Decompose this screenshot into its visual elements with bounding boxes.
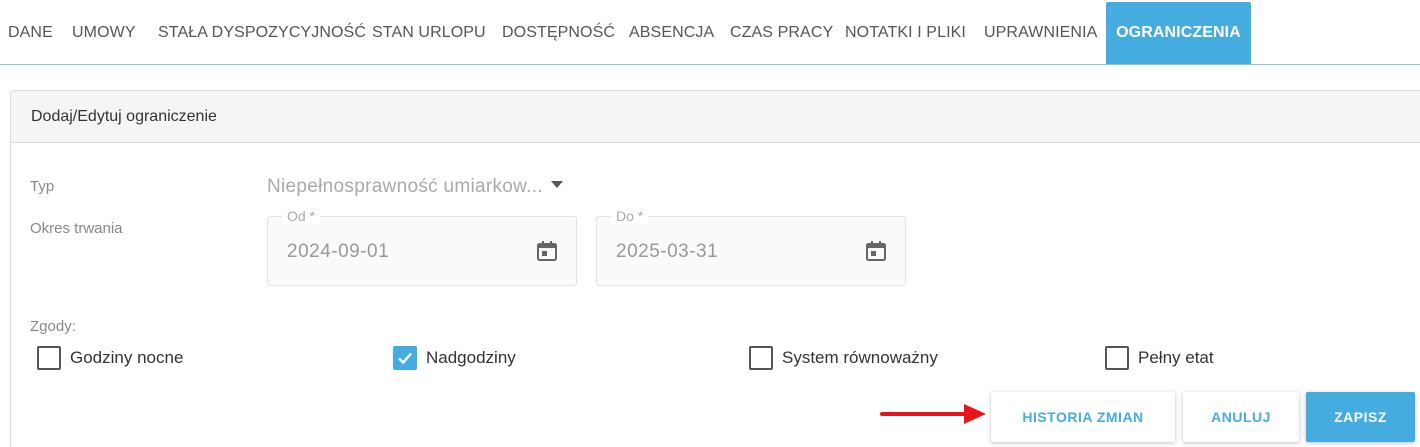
type-select-value: Niepełnosprawność umiarkow... (267, 176, 543, 197)
tab-umowy[interactable]: UMOWY (72, 0, 136, 64)
checkbox[interactable] (749, 346, 773, 370)
history-button[interactable]: HISTORIA ZMIAN (991, 392, 1175, 442)
date-from-label: Od * (282, 208, 321, 224)
date-from-field[interactable]: Od * 2024-09-01 (267, 208, 577, 286)
tab-dostepnosc[interactable]: DOSTĘPNOŚĆ (502, 0, 615, 64)
checkbox[interactable] (37, 346, 61, 370)
consent-pelny-etat[interactable]: Pełny etat (1105, 346, 1214, 370)
date-to-value: 2025-03-31 (616, 241, 719, 262)
consent-godziny-nocne[interactable]: Godziny nocne (37, 346, 183, 370)
tab-czas-pracy[interactable]: CZAS PRACY (730, 0, 833, 64)
consent-nadgodziny[interactable]: Nadgodziny (393, 346, 516, 370)
panel-title: Dodaj/Edytuj ograniczenie (11, 91, 1420, 143)
date-to-field[interactable]: Do * 2025-03-31 (596, 208, 906, 286)
date-from-value: 2024-09-01 (287, 241, 390, 262)
tab-notatki-i-pliki[interactable]: NOTATKI I PLIKI (845, 0, 966, 64)
calendar-icon[interactable] (864, 239, 888, 263)
consent-label: Nadgodziny (426, 348, 516, 367)
tab-stala-dyspozycyjnosc[interactable]: STAŁA DYSPOZYCYJNOŚĆ (158, 0, 366, 64)
consent-label: Pełny etat (1138, 348, 1214, 367)
save-button[interactable]: ZAPISZ (1306, 392, 1415, 442)
tab-dane[interactable]: DANE (8, 0, 53, 64)
tab-stan-urlopu[interactable]: STAN URLOPU (372, 0, 486, 64)
checkmark-icon (398, 352, 412, 365)
tab-ograniczenia[interactable]: OGRANICZENIA (1106, 2, 1251, 64)
calendar-icon[interactable] (535, 239, 559, 263)
tab-absencja[interactable]: ABSENCJA (629, 0, 714, 64)
consent-label: System równoważny (782, 348, 938, 367)
checkbox-checked[interactable] (393, 346, 417, 370)
type-label: Typ (30, 178, 55, 195)
cancel-button[interactable]: ANULUJ (1183, 392, 1299, 442)
caret-down-icon (550, 181, 563, 189)
consent-label: Godziny nocne (70, 348, 184, 367)
period-label: Okres trwania (30, 220, 123, 237)
date-to-label: Do * (611, 208, 649, 224)
consents-label: Zgody: (30, 318, 76, 335)
consent-system-rownowazny[interactable]: System równoważny (749, 346, 938, 370)
type-select[interactable]: Niepełnosprawność umiarkow... (267, 176, 563, 198)
tab-uprawnienia[interactable]: UPRAWNIENIA (984, 0, 1097, 64)
annotation-arrow-icon (880, 404, 986, 424)
checkbox[interactable] (1105, 346, 1129, 370)
tab-bar: DANE UMOWY STAŁA DYSPOZYCYJNOŚĆ STAN URL… (0, 0, 1420, 65)
